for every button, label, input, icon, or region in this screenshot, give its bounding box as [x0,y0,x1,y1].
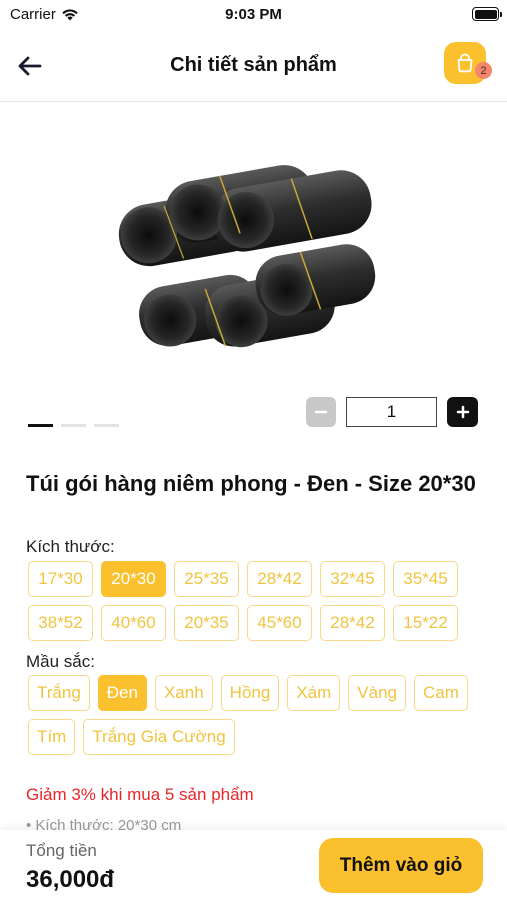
image-pagination [28,424,119,427]
increase-quantity-button[interactable] [447,397,478,427]
color-option-chip[interactable]: Trắng Gia Cường [83,719,235,755]
add-to-cart-button[interactable]: Thêm vào giỏ [319,838,483,893]
color-options: Trắng Đen Xanh Hồng Xám Vàng Cam Tím Trắng Gia C… [28,675,488,755]
color-option-chip[interactable]: Xám [287,675,341,711]
status-time: 9:03 PM [225,6,282,23]
size-options: 17*30 20*30 25*35 28*42 32*45 35*45 38*52 40*60… [28,561,488,641]
color-option-chip[interactable]: Đen [97,675,147,711]
size-label: Kích thước: [26,537,115,556]
color-label: Mầu sắc: [26,652,95,671]
cart-count-badge: 2 [475,62,492,79]
color-option-chip[interactable]: Trắng [28,675,90,711]
pagination-dot[interactable] [61,424,86,427]
shopping-bag-icon [457,53,473,73]
nav-header: Chi tiết sản phẩm 2 [0,30,507,102]
total-price: 36,000đ [26,866,115,893]
size-option-chip[interactable]: 32*45 [320,561,385,597]
color-option-chip[interactable]: Tím [28,719,76,755]
color-option-chip[interactable]: Hồng [220,675,280,711]
quantity-input[interactable]: 1 [346,397,437,427]
size-option-chip[interactable]: 40*60 [101,605,166,641]
decrease-quantity-button[interactable] [306,397,336,427]
size-option-chip[interactable]: 28*42 [247,561,312,597]
color-option-chip[interactable]: Xanh [154,675,213,711]
promo-text: Giảm 3% khi mua 5 sản phẩm [26,785,254,804]
product-title: Túi gói hàng niêm phong - Đen - Size 20*… [26,471,476,496]
minus-icon [314,410,328,414]
size-option-chip[interactable]: 45*60 [247,605,312,641]
battery-icon [472,7,502,21]
size-option-chip[interactable]: 20*35 [174,605,239,641]
product-image[interactable] [108,130,398,375]
color-option-chip[interactable]: Cam [413,675,468,711]
page-title: Chi tiết sản phẩm [170,54,337,76]
pagination-dot[interactable] [28,424,53,427]
size-option-chip[interactable]: 25*35 [174,561,239,597]
status-bar: Carrier 9:03 PM [0,0,507,30]
pagination-dot[interactable] [94,424,119,427]
color-option-chip[interactable]: Vàng [348,675,406,711]
size-option-chip[interactable]: 35*45 [393,561,458,597]
size-option-chip[interactable]: 15*22 [393,605,458,641]
total-label: Tổng tiền [26,841,97,860]
bottom-bar: Tổng tiền 36,000đ Thêm vào giỏ [0,830,507,900]
plus-icon [456,405,469,419]
size-option-chip[interactable]: 20*30 [101,561,166,597]
size-option-chip[interactable]: 17*30 [28,561,93,597]
size-option-chip[interactable]: 28*42 [320,605,385,641]
size-option-chip[interactable]: 38*52 [28,605,93,641]
